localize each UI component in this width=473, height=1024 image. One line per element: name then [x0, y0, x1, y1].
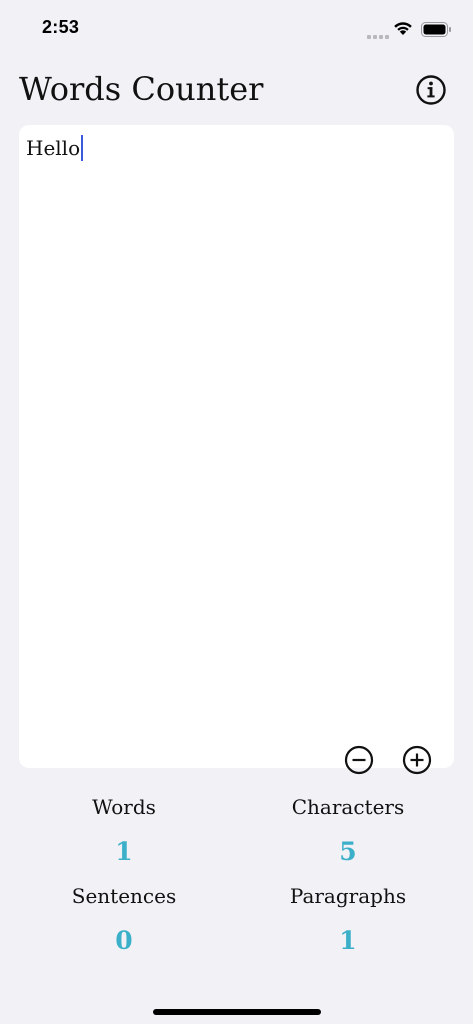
status-time: 2:53 — [42, 17, 80, 37]
paragraphs-label: Paragraphs — [289, 884, 407, 908]
minus-circle-icon[interactable] — [344, 745, 374, 775]
words-label: Words — [92, 795, 156, 819]
sentences-count: 0 — [115, 926, 133, 955]
cellular-signal-icon — [367, 33, 389, 39]
info-icon[interactable] — [415, 74, 447, 106]
status-bar: 2:53 — [0, 0, 473, 60]
words-count: 1 — [115, 837, 133, 866]
home-indicator[interactable] — [153, 1009, 321, 1015]
sentences-label: Sentences — [71, 884, 177, 908]
text-caret — [81, 135, 84, 161]
battery-icon — [421, 22, 451, 37]
editor-text: Hello — [26, 136, 81, 160]
page-title: Words Counter — [19, 70, 264, 108]
wifi-icon — [394, 22, 412, 35]
text-editor[interactable]: Hello — [19, 125, 454, 775]
plus-circle-icon[interactable] — [402, 745, 432, 775]
characters-count: 5 — [339, 837, 357, 866]
paragraphs-count: 1 — [339, 926, 357, 955]
characters-label: Characters — [291, 795, 405, 819]
editor-text-area[interactable]: Hello — [26, 135, 84, 161]
